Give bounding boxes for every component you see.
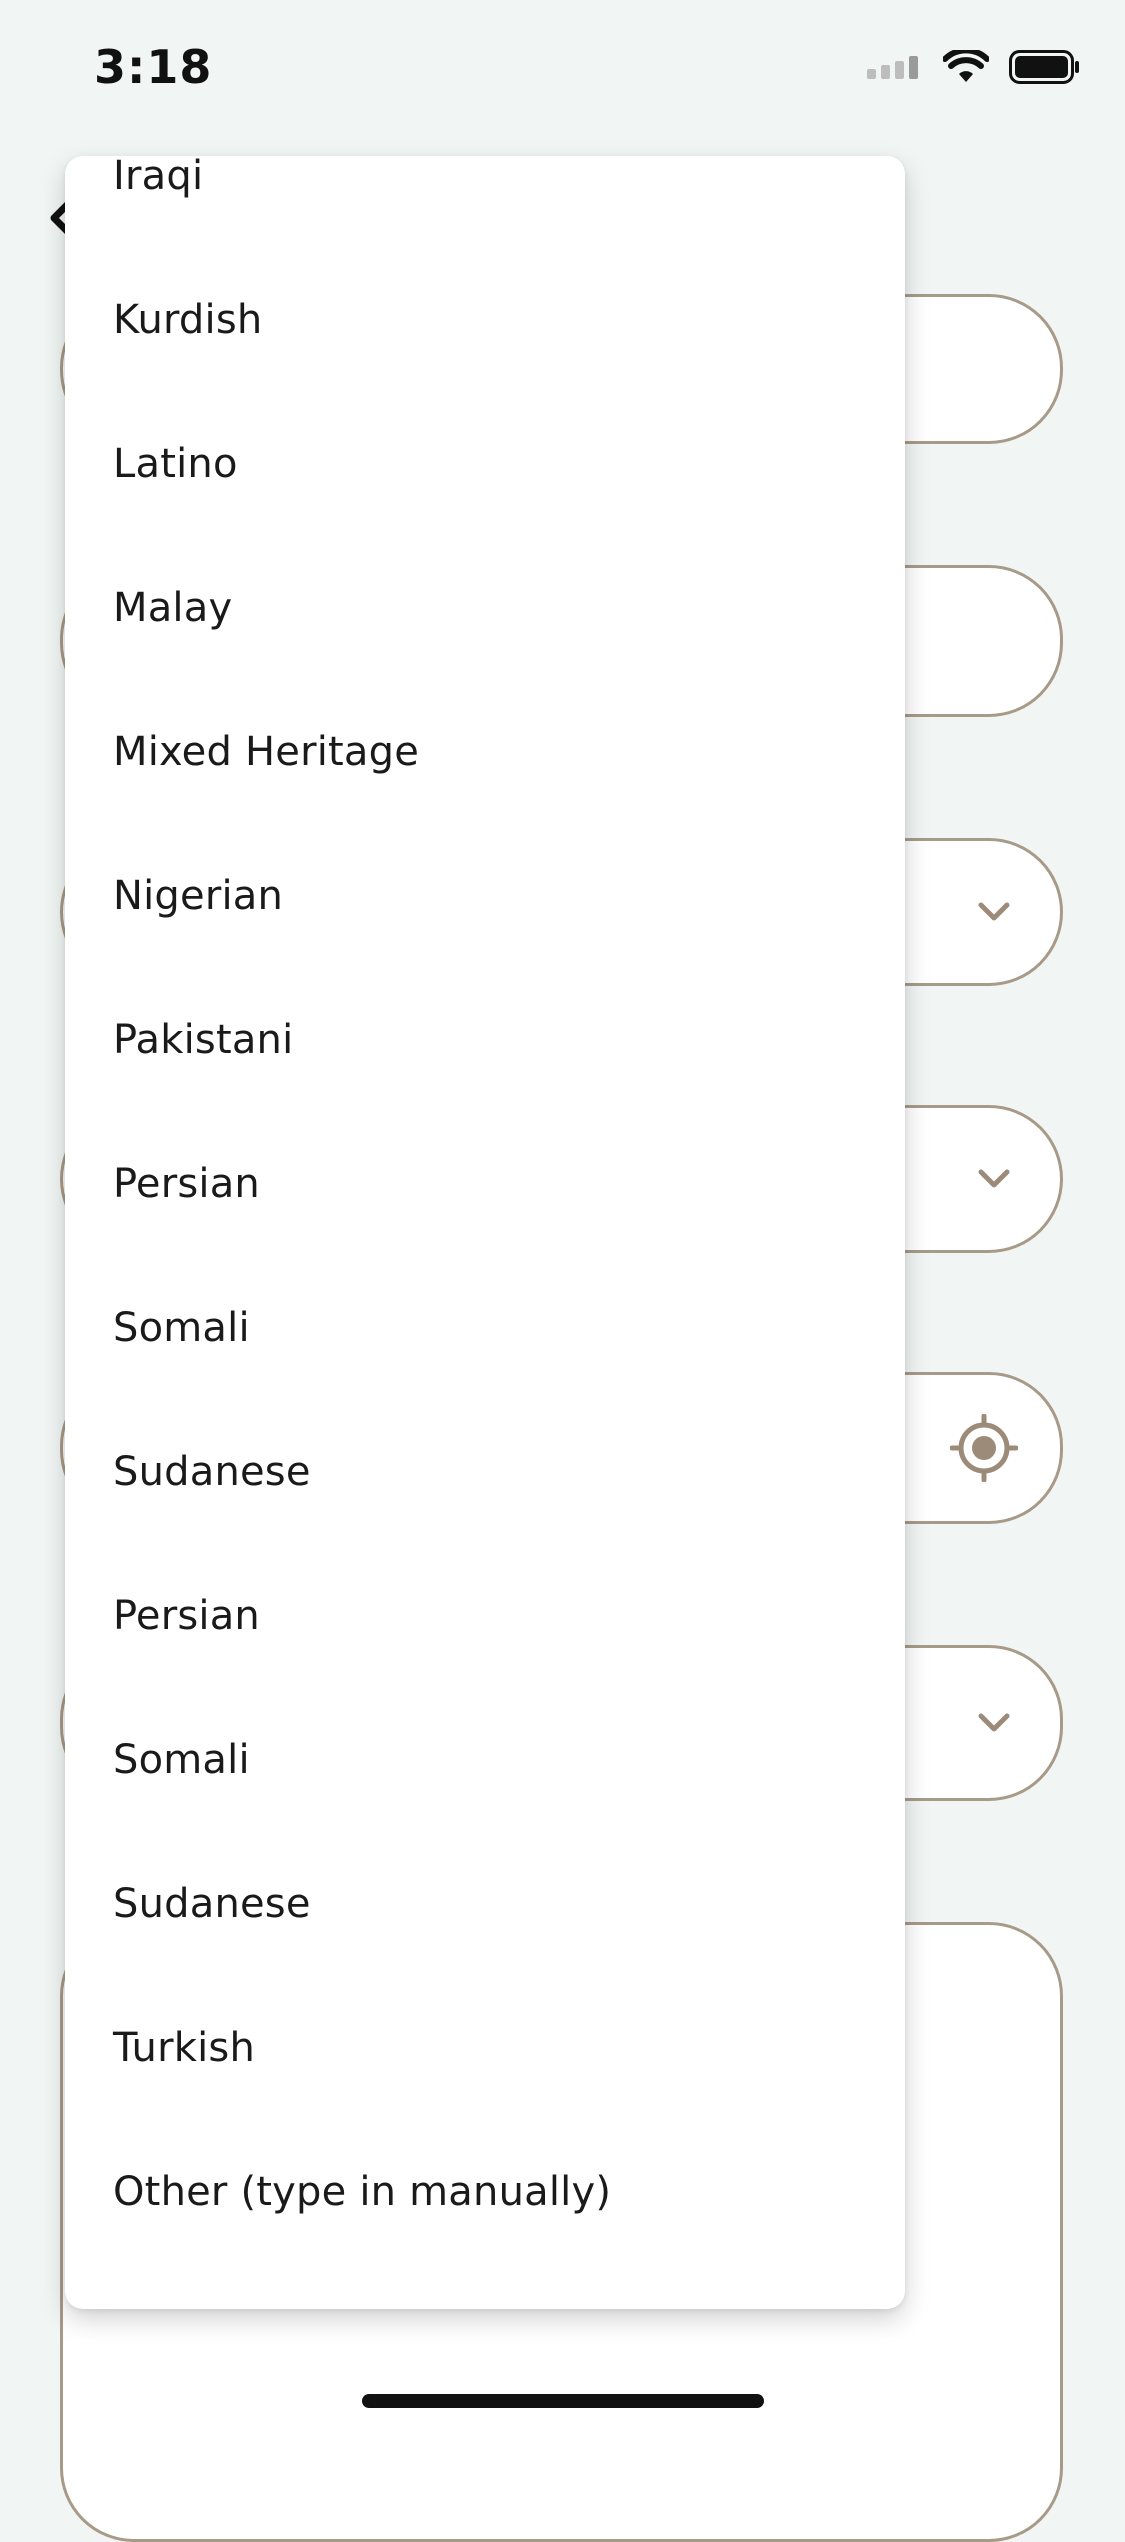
dropdown-menu[interactable]: Iraqi Kurdish Latino Malay Mixed Heritag…: [65, 156, 905, 2309]
chevron-down-icon: [978, 902, 1010, 921]
dropdown-item-pakistani[interactable]: Pakistani: [65, 968, 905, 1112]
dropdown-item-somali[interactable]: Somali: [65, 1256, 905, 1400]
dropdown-item-sudanese-2[interactable]: Sudanese: [65, 1832, 905, 1976]
wifi-icon: [943, 50, 989, 82]
dropdown-item-other[interactable]: Other (type in manually): [65, 2120, 905, 2264]
location-target-icon[interactable]: [950, 1414, 1018, 1482]
battery-icon: [1009, 50, 1079, 84]
dropdown-item-turkish[interactable]: Turkish: [65, 1976, 905, 2120]
chevron-down-icon: [978, 1713, 1010, 1732]
dropdown-item-kurdish[interactable]: Kurdish: [65, 248, 905, 392]
status-icons: [867, 50, 1081, 84]
dropdown-item-sudanese[interactable]: Sudanese: [65, 1400, 905, 1544]
dropdown-item-persian[interactable]: Persian: [65, 1112, 905, 1256]
status-time: 3:18: [94, 40, 213, 94]
chevron-down-icon: [978, 1169, 1010, 1188]
dropdown-item-latino[interactable]: Latino: [65, 392, 905, 536]
dropdown-item-mixed-heritage[interactable]: Mixed Heritage: [65, 680, 905, 824]
dropdown-item-malay[interactable]: Malay: [65, 536, 905, 680]
status-bar: 3:18: [0, 0, 1125, 132]
dropdown-item-persian-2[interactable]: Persian: [65, 1544, 905, 1688]
cellular-signal-icon: [867, 56, 918, 79]
dropdown-item-nigerian[interactable]: Nigerian: [65, 824, 905, 968]
dropdown-item-iraqi[interactable]: Iraqi: [65, 156, 905, 248]
dropdown-item-somali-2[interactable]: Somali: [65, 1688, 905, 1832]
home-indicator[interactable]: [362, 2394, 764, 2408]
dropdown-list: Iraqi Kurdish Latino Malay Mixed Heritag…: [65, 156, 905, 2264]
